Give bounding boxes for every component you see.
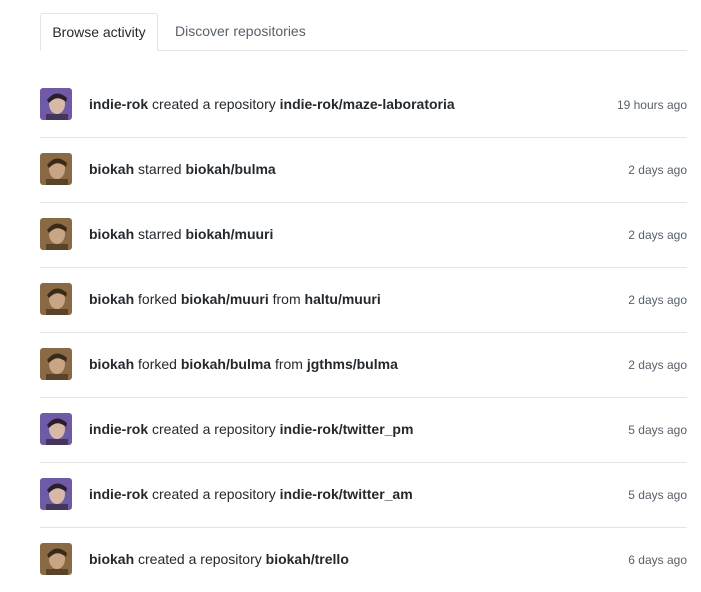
feed-item: biokah forked biokah/muuri from haltu/mu… [40, 268, 687, 333]
activity-verb: starred [138, 226, 182, 242]
activity-verb: created a repository [152, 96, 276, 112]
timestamp: 6 days ago [628, 553, 687, 567]
activity-verb: created a repository [152, 421, 276, 437]
feed-item: biokah created a repository biokah/trell… [40, 528, 687, 592]
avatar[interactable] [40, 413, 72, 445]
activity-text: biokah forked biokah/bulma from jgthms/b… [89, 355, 398, 373]
timestamp: 5 days ago [628, 423, 687, 437]
activity-verb: created a repository [138, 551, 262, 567]
repo-link[interactable]: biokah/bulma [185, 161, 275, 177]
feed-item: biokah forked biokah/bulma from jgthms/b… [40, 333, 687, 398]
repo-link[interactable]: biokah/muuri [181, 291, 269, 307]
timestamp: 2 days ago [628, 293, 687, 307]
actor-link[interactable]: biokah [89, 551, 134, 567]
actor-link[interactable]: biokah [89, 161, 134, 177]
activity-text: indie-rok created a repository indie-rok… [89, 420, 413, 438]
activity-feed: indie-rok created a repository indie-rok… [40, 73, 687, 592]
actor-link[interactable]: indie-rok [89, 421, 148, 437]
feed-item: indie-rok created a repository indie-rok… [40, 398, 687, 463]
repo-link[interactable]: indie-rok/maze-laboratoria [280, 96, 455, 112]
avatar[interactable] [40, 218, 72, 250]
activity-text: biokah created a repository biokah/trell… [89, 550, 349, 568]
activity-text: biokah starred biokah/muuri [89, 225, 273, 243]
timestamp: 5 days ago [628, 488, 687, 502]
timestamp: 2 days ago [628, 358, 687, 372]
actor-link[interactable]: indie-rok [89, 96, 148, 112]
actor-link[interactable]: biokah [89, 291, 134, 307]
source-repo-link[interactable]: haltu/muuri [305, 291, 381, 307]
actor-link[interactable]: indie-rok [89, 486, 148, 502]
activity-text: indie-rok created a repository indie-rok… [89, 485, 413, 503]
activity-connector: from [272, 291, 301, 307]
feed-item: biokah starred biokah/bulma 2 days ago [40, 138, 687, 203]
avatar[interactable] [40, 543, 72, 575]
source-repo-link[interactable]: jgthms/bulma [307, 356, 398, 372]
repo-link[interactable]: biokah/trello [266, 551, 349, 567]
timestamp: 19 hours ago [616, 98, 687, 112]
activity-tabs: Browse activity Discover repositories [40, 13, 687, 51]
activity-verb: forked [138, 356, 177, 372]
avatar[interactable] [40, 88, 72, 120]
actor-link[interactable]: biokah [89, 356, 134, 372]
activity-verb: forked [138, 291, 177, 307]
tab-browse-activity[interactable]: Browse activity [40, 13, 158, 51]
feed-item: biokah starred biokah/muuri 2 days ago [40, 203, 687, 268]
activity-verb: starred [138, 161, 182, 177]
repo-link[interactable]: indie-rok/twitter_am [280, 486, 413, 502]
activity-verb: created a repository [152, 486, 276, 502]
feed-item: indie-rok created a repository indie-rok… [40, 463, 687, 528]
timestamp: 2 days ago [628, 228, 687, 242]
tab-discover-repositories[interactable]: Discover repositories [175, 13, 306, 49]
actor-link[interactable]: biokah [89, 226, 134, 242]
activity-text: biokah forked biokah/muuri from haltu/mu… [89, 290, 381, 308]
repo-link[interactable]: indie-rok/twitter_pm [280, 421, 414, 437]
activity-text: indie-rok created a repository indie-rok… [89, 95, 455, 113]
repo-link[interactable]: biokah/bulma [181, 356, 271, 372]
avatar[interactable] [40, 478, 72, 510]
avatar[interactable] [40, 153, 72, 185]
feed-item: indie-rok created a repository indie-rok… [40, 73, 687, 138]
repo-link[interactable]: biokah/muuri [185, 226, 273, 242]
timestamp: 2 days ago [628, 163, 687, 177]
activity-text: biokah starred biokah/bulma [89, 160, 276, 178]
activity-connector: from [274, 356, 303, 372]
avatar[interactable] [40, 283, 72, 315]
avatar[interactable] [40, 348, 72, 380]
